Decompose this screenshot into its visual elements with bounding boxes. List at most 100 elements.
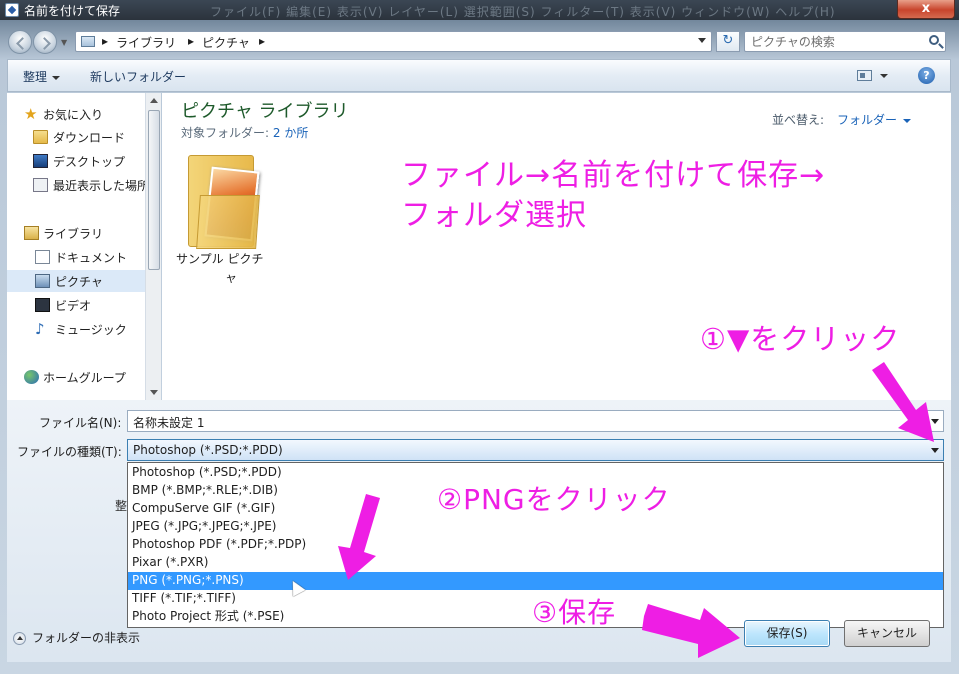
music-icon: ♪ [35, 320, 45, 338]
filetype-value[interactable]: Photoshop (*.PSD;*.PDD) [133, 443, 283, 457]
help-icon[interactable]: ? [918, 67, 935, 84]
filetype-option[interactable]: Pixar (*.PXR) [128, 554, 943, 572]
filename-label: ファイル名(N): [39, 416, 122, 430]
breadcrumb-separator-icon[interactable]: ▸ [188, 34, 194, 48]
view-options-icon[interactable] [857, 70, 872, 81]
instruction-line2: フォルダ選択 [401, 198, 587, 233]
sidebar-item-downloads[interactable]: ダウンロード [7, 126, 147, 148]
collapse-icon [13, 632, 26, 645]
breadcrumb-separator-icon[interactable]: ▸ [102, 34, 108, 48]
save-button[interactable]: 保存(S) [744, 620, 830, 647]
search-input[interactable] [751, 34, 921, 49]
organize-label: 整理 [23, 70, 48, 84]
scroll-up-icon[interactable] [150, 98, 158, 103]
breadcrumb-pictures[interactable]: ピクチャ [202, 34, 250, 51]
close-button[interactable]: x [897, 0, 955, 19]
sidebar-item-documents[interactable]: ドキュメント [7, 246, 147, 268]
filetype-select[interactable]: Photoshop (*.PSD;*.PDD) [127, 439, 944, 461]
sidebar-item-pictures[interactable]: ピクチャ [7, 270, 147, 292]
address-dropdown-icon[interactable] [698, 38, 706, 43]
sidebar-item-label: ミュージック [55, 323, 127, 337]
step3-arrow-icon [642, 604, 740, 658]
address-bar[interactable]: ▸ ライブラリ ▸ ピクチャ ▸ [75, 31, 712, 52]
step1-annotation: ①▼をクリック [700, 322, 901, 356]
star-icon: ★ [24, 105, 38, 123]
hide-folders-label: フォルダーの非表示 [32, 631, 141, 645]
download-folder-icon [33, 130, 48, 144]
command-bar: 整理 新しいフォルダー ? [7, 59, 951, 92]
pictures-icon [35, 274, 50, 288]
new-folder-button[interactable]: 新しいフォルダー [90, 68, 186, 85]
library-icon [24, 226, 39, 240]
videos-icon [35, 298, 50, 312]
sidebar-item-homegroup[interactable]: ホームグループ [7, 366, 147, 388]
window-title: 名前を付けて保存 [24, 4, 121, 18]
recent-places-icon [33, 178, 48, 192]
filetype-label: ファイルの種類(T): [17, 445, 122, 459]
sidebar-item-recent-places[interactable]: 最近表示した場所 [7, 174, 147, 196]
folder-name-line2[interactable]: ャ [225, 269, 237, 286]
forward-button[interactable] [33, 30, 57, 54]
search-box[interactable] [744, 31, 946, 52]
documents-icon [35, 250, 50, 264]
instruction-line1: ファイル→名前を付けて保存→ [401, 158, 826, 193]
sidebar-item-videos[interactable]: ビデオ [7, 294, 147, 316]
obscured-label: 整 [115, 499, 128, 513]
navigation-pane: ★ お気に入り ダウンロード デスクトップ 最近表示した場所 ライブラリ ドキュ… [7, 93, 161, 400]
folder-front-shape [196, 195, 260, 249]
save-dialog-window: 名前を付けて保存 ファイル(F) 編集(E) 表示(V) レイヤー(L) 選択範… [0, 0, 959, 674]
sidebar-item-music[interactable]: ♪ ミュージック [7, 318, 147, 340]
step2-annotation: ②PNGをクリック [437, 483, 671, 516]
step1-arrow-icon [872, 362, 934, 442]
app-icon [5, 3, 19, 17]
desktop-icon [33, 154, 48, 168]
history-dropdown-icon[interactable]: ▼ [61, 38, 67, 47]
chevron-down-icon [903, 118, 912, 123]
sidebar-item-label: ビデオ [55, 299, 92, 313]
breadcrumb-libraries[interactable]: ライブラリ [116, 34, 176, 51]
sidebar-item-label: ドキュメント [55, 251, 128, 265]
sort-label: 並べ替え: [772, 113, 825, 127]
step3-annotation: ③保存 [532, 596, 617, 629]
homegroup-icon [24, 370, 39, 384]
filename-value[interactable]: 名称未設定 1 [133, 414, 204, 431]
locations-link[interactable]: 2 か所 [273, 126, 308, 140]
filename-field[interactable]: 名称未設定 1 [127, 410, 944, 432]
library-locations: 対象フォルダー: 2 か所 [181, 124, 308, 141]
sidebar-item-libraries[interactable]: ライブラリ [7, 222, 147, 244]
background-menu-bar: ファイル(F) 編集(E) 表示(V) レイヤー(L) 選択範囲(S) フィルタ… [210, 5, 836, 19]
sample-pictures-folder-icon[interactable] [188, 155, 260, 251]
chevron-down-icon [52, 75, 61, 80]
step2-arrow-icon [338, 494, 380, 580]
refresh-button[interactable]: ↻ [716, 31, 740, 52]
navigation-scrollbar[interactable] [145, 93, 161, 400]
back-button[interactable] [8, 30, 32, 54]
sidebar-item-label: デスクトップ [53, 155, 126, 169]
pictures-library-icon [81, 36, 95, 47]
breadcrumb-separator-icon[interactable]: ▸ [259, 34, 265, 48]
filetype-option[interactable]: JPEG (*.JPG;*.JPEG;*.JPE) [128, 518, 943, 536]
scrollbar-thumb[interactable] [148, 110, 160, 270]
target-folder-label: 対象フォルダー: [181, 126, 270, 140]
organize-button[interactable]: 整理 [23, 68, 61, 85]
library-title: ピクチャ ライブラリ [181, 101, 349, 122]
scroll-down-icon[interactable] [150, 390, 158, 395]
filetype-option[interactable]: Photoshop PDF (*.PDF;*.PDP) [128, 536, 943, 554]
sidebar-item-label: お気に入り [43, 108, 104, 122]
cancel-button[interactable]: キャンセル [844, 620, 930, 647]
sidebar-item-label: ピクチャ [55, 275, 103, 289]
sidebar-item-label: ダウンロード [53, 131, 126, 145]
sidebar-item-label: ライブラリ [43, 227, 104, 241]
sort-dropdown[interactable]: フォルダー [837, 111, 912, 128]
view-dropdown-icon[interactable] [880, 74, 888, 78]
title-bar: 名前を付けて保存 ファイル(F) 編集(E) 表示(V) レイヤー(L) 選択範… [0, 0, 959, 20]
search-icon[interactable] [929, 35, 939, 45]
sidebar-item-favorites[interactable]: ★ お気に入り [7, 103, 147, 125]
sidebar-item-desktop[interactable]: デスクトップ [7, 150, 147, 172]
sidebar-item-label: ホームグループ [43, 371, 126, 385]
filetype-option-png[interactable]: PNG (*.PNG;*.PNS) [128, 572, 943, 590]
sidebar-item-label: 最近表示した場所 [53, 179, 147, 193]
sort-value: フォルダー [837, 113, 898, 127]
folder-name-line1[interactable]: サンプル ピクチ [176, 251, 286, 267]
hide-folders-toggle[interactable]: フォルダーの非表示 [13, 629, 140, 646]
